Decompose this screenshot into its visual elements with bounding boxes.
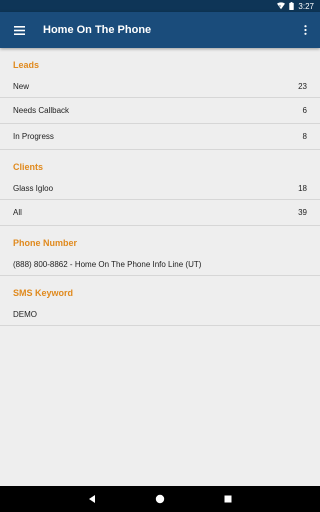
list-item-label: Glass Igloo	[13, 184, 54, 193]
svg-text:×: ×	[279, 4, 282, 8]
home-icon	[155, 494, 165, 504]
overflow-menu-button[interactable]	[290, 12, 320, 48]
app-bar: Home On The Phone	[0, 12, 320, 48]
menu-button[interactable]	[0, 12, 38, 48]
list-item-count: 18	[298, 184, 307, 193]
list-item-count: 39	[298, 208, 307, 217]
list-item-leads-in-progress[interactable]: In Progress 8	[0, 124, 320, 150]
status-time: 3:27	[298, 1, 314, 11]
back-icon	[89, 495, 95, 503]
list-item-clients-all[interactable]: All 39	[0, 200, 320, 226]
app-title: Home On The Phone	[43, 24, 152, 36]
overflow-menu-icon	[303, 25, 307, 35]
list-item-count: 23	[298, 82, 307, 91]
list-item-phone-number[interactable]: (888) 800-8862 - Home On The Phone Info …	[0, 254, 320, 276]
battery-icon	[289, 2, 295, 10]
status-bar: × 3:27	[0, 0, 320, 12]
list-item-label: New	[13, 82, 30, 91]
section-header-sms-keyword: SMS Keyword	[13, 288, 74, 298]
recents-button[interactable]	[194, 495, 262, 503]
list-item-count: 8	[302, 132, 307, 141]
sms-keyword-value: DEMO	[13, 310, 37, 319]
recents-icon	[224, 495, 232, 503]
list-item-clients-glass-igloo[interactable]: Glass Igloo 18	[0, 178, 320, 200]
home-button[interactable]	[126, 494, 194, 504]
list-item-label: All	[13, 208, 22, 217]
list-item-leads-needs-callback[interactable]: Needs Callback 6	[0, 98, 320, 124]
system-nav-bar	[0, 486, 320, 512]
section-header-phone-number: Phone Number	[13, 238, 78, 248]
wifi-icon: ×	[277, 2, 286, 10]
phone-number-value: (888) 800-8862 - Home On The Phone Info …	[13, 260, 202, 269]
hamburger-menu-icon	[13, 25, 25, 35]
list-item-label: Needs Callback	[13, 106, 70, 115]
list-item-count: 6	[302, 106, 307, 115]
back-button[interactable]	[58, 495, 126, 503]
section-header-clients: Clients	[13, 162, 44, 172]
list-item-sms-keyword[interactable]: DEMO	[0, 304, 320, 326]
list-item-label: In Progress	[13, 132, 54, 141]
section-header-leads: Leads	[13, 60, 40, 70]
main-content: Leads New 23 Needs Callback 6 In Progres…	[0, 48, 320, 486]
list-item-leads-new[interactable]: New 23	[0, 76, 320, 98]
